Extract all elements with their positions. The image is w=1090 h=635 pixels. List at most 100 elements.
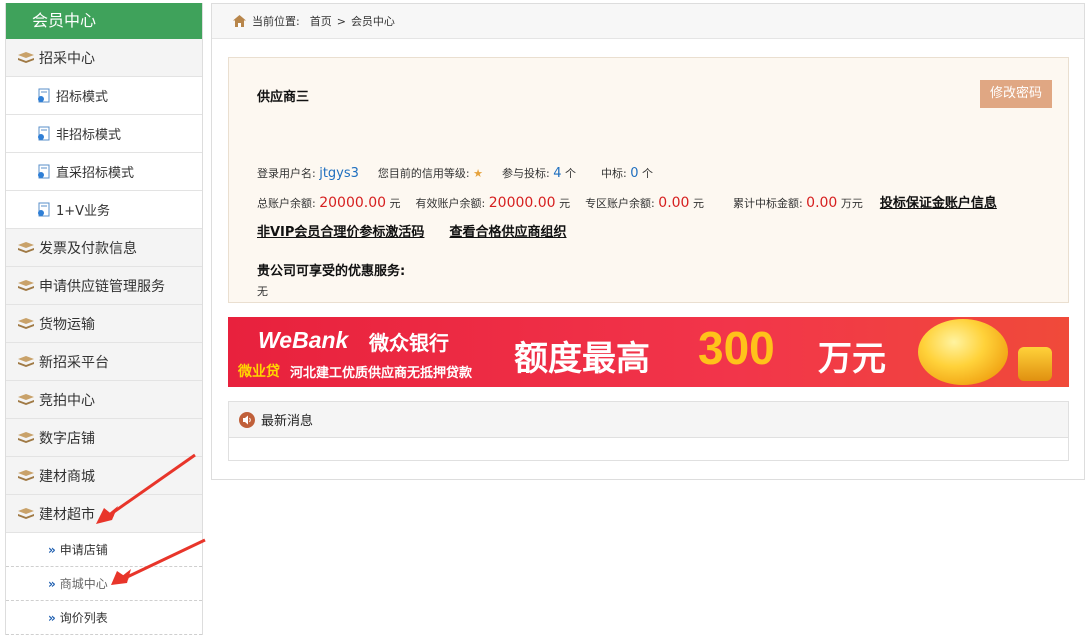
stack-icon: [18, 469, 34, 481]
news-header: 最新消息: [229, 402, 1068, 438]
valid-balance-label: 有效账户余额:: [415, 197, 486, 210]
credit-label: 您目前的信用等级:: [377, 167, 470, 180]
banner-unit: 万元: [818, 339, 886, 379]
credit-star-icon: ★: [473, 167, 484, 180]
banner-loan-desc: 河北建工优质供应商无抵押贷款: [290, 366, 473, 381]
sidebar-item-auction-center[interactable]: 竞拍中心: [6, 381, 202, 419]
breadcrumb-prefix: 当前位置:: [252, 15, 300, 28]
benefits-label: 贵公司可享受的优惠服务:: [257, 264, 406, 279]
sidebar-subitem-non-tender-mode[interactable]: 非招标模式: [6, 115, 202, 153]
sidebar-item-invoice-payment[interactable]: 发票及付款信息: [6, 229, 202, 267]
home-icon: [233, 15, 246, 27]
win-count[interactable]: 0: [630, 166, 638, 181]
account-balance-row: 总账户余额: 20000.00 元 有效账户余额: 20000.00 元 专区账…: [257, 192, 997, 211]
sidebar-title: 会员中心: [6, 3, 202, 39]
sidebar-item-label: 非招标模式: [56, 128, 122, 143]
double-chevron-right-icon: »: [48, 542, 56, 557]
stack-icon: [18, 507, 34, 519]
win-label: 中标:: [601, 167, 627, 180]
sidebar-item-procurement-center[interactable]: 招采中心: [6, 39, 202, 77]
banner-headline: 额度最高: [514, 339, 650, 379]
username-value: jtgys3: [319, 166, 359, 181]
bid-label: 参与投标:: [502, 167, 550, 180]
company-name: 供应商三: [257, 90, 310, 105]
change-password-button[interactable]: 修改密码: [980, 80, 1052, 108]
sidebar-subitem-1v-business[interactable]: 1+V业务: [6, 191, 202, 229]
account-links-row: 非VIP会员合理价参标激活码 查看合格供应商组织: [257, 221, 567, 240]
special-balance-value: 0.00: [658, 195, 690, 211]
sidebar-item-label: 建材超市: [39, 506, 95, 523]
double-chevron-right-icon: »: [48, 610, 56, 625]
stack-icon: [18, 431, 34, 443]
document-user-icon: [38, 164, 50, 178]
sidebar-item-label: 询价列表: [59, 611, 108, 625]
sidebar-item-label: 货物运输: [39, 316, 95, 333]
stack-icon: [18, 355, 34, 367]
breadcrumb-separator: >: [336, 14, 346, 28]
account-stats-row: 登录用户名: jtgys3 您目前的信用等级: ★ 参与投标: 4 个 中标: …: [257, 165, 653, 181]
sidebar-item-label: 新招采平台: [39, 354, 109, 371]
cumulative-unit: 万元: [840, 197, 863, 210]
breadcrumb-home-link[interactable]: 首页: [310, 13, 332, 29]
sidebar-subitem-direct-tender-mode[interactable]: 直采招标模式: [6, 153, 202, 191]
banner-amount: 300: [698, 322, 775, 374]
sidebar-item-freight[interactable]: 货物运输: [6, 305, 202, 343]
benefits-value: 无: [257, 285, 268, 298]
sidebar-item-new-procurement-platform[interactable]: 新招采平台: [6, 343, 202, 381]
sidebar-subitem-tender-mode[interactable]: 招标模式: [6, 77, 202, 115]
sidebar-item-digital-store[interactable]: 数字店铺: [6, 419, 202, 457]
sidebar-item-building-materials-supermarket[interactable]: 建材超市: [6, 495, 202, 533]
total-balance-label: 总账户余额:: [257, 197, 316, 210]
bid-count[interactable]: 4: [553, 166, 561, 181]
deposit-account-link[interactable]: 投标保证金账户信息: [880, 196, 997, 211]
sidebar-item-label: 数字店铺: [39, 430, 95, 447]
news-title: 最新消息: [261, 414, 314, 429]
sidebar: 会员中心 招采中心 招标模式 非招标模式 直采招标模式 1+V业务 发票及付款信…: [5, 3, 203, 635]
stack-icon: [18, 393, 34, 405]
breadcrumb: 当前位置: 首页 > 会员中心: [212, 4, 1084, 39]
sidebar-item-label: 招标模式: [56, 90, 109, 105]
banner-brand: WeBank: [258, 327, 349, 353]
speaker-icon: [239, 411, 255, 428]
banner-brand-cn: 微众银行: [369, 331, 449, 355]
gold-coin-icon: [918, 319, 1008, 385]
special-balance-unit: 元: [692, 197, 704, 210]
double-chevron-right-icon: »: [48, 576, 56, 591]
cumulative-label: 累计中标金额:: [732, 197, 803, 210]
win-unit: 个: [642, 167, 654, 180]
news-box: 最新消息: [228, 401, 1069, 461]
sidebar-item-label: 1+V业务: [56, 204, 111, 219]
valid-balance-unit: 元: [559, 197, 571, 210]
total-balance-unit: 元: [389, 197, 401, 210]
document-user-icon: [38, 126, 50, 140]
sidebar-item-label: 竞拍中心: [39, 392, 95, 409]
coin-stack-icon: [1018, 347, 1052, 381]
cumulative-value: 0.00: [806, 195, 838, 211]
sidebar-item-label: 建材商城: [39, 468, 95, 485]
sidebar-item-label: 招采中心: [39, 50, 95, 67]
stack-icon: [18, 317, 34, 329]
sidebar-item-label: 申请供应链管理服务: [39, 278, 165, 295]
special-balance-label: 专区账户余额:: [585, 197, 655, 210]
breadcrumb-current: 会员中心: [350, 15, 395, 28]
total-balance-value: 20000.00: [319, 195, 387, 211]
username-label: 登录用户名:: [257, 167, 316, 180]
sidebar-subitem-mall-center[interactable]: » 商城中心: [6, 567, 202, 601]
sidebar-item-label: 商城中心: [59, 577, 108, 591]
sidebar-subitem-apply-store[interactable]: » 申请店铺: [6, 533, 202, 567]
sidebar-item-supply-chain[interactable]: 申请供应链管理服务: [6, 267, 202, 305]
valid-balance-value: 20000.00: [488, 195, 556, 211]
vip-activation-link[interactable]: 非VIP会员合理价参标激活码: [257, 225, 424, 240]
document-user-icon: [38, 88, 50, 102]
sidebar-item-building-materials-mall[interactable]: 建材商城: [6, 457, 202, 495]
webank-ad-banner[interactable]: WeBank 微众银行 微业贷 河北建工优质供应商无抵押贷款 额度最高 300 …: [228, 317, 1069, 387]
banner-loan: 微业贷: [238, 364, 280, 380]
sidebar-item-label: 申请店铺: [59, 543, 108, 557]
sidebar-item-label: 直采招标模式: [56, 166, 135, 181]
stack-icon: [18, 51, 34, 63]
account-info-box: 供应商三 修改密码 登录用户名: jtgys3 您目前的信用等级: ★ 参与投标…: [228, 57, 1069, 303]
document-user-icon: [38, 202, 50, 216]
sidebar-subitem-inquiry-list[interactable]: » 询价列表: [6, 601, 202, 635]
qualified-suppliers-link[interactable]: 查看合格供应商组织: [450, 225, 567, 240]
stack-icon: [18, 279, 34, 291]
